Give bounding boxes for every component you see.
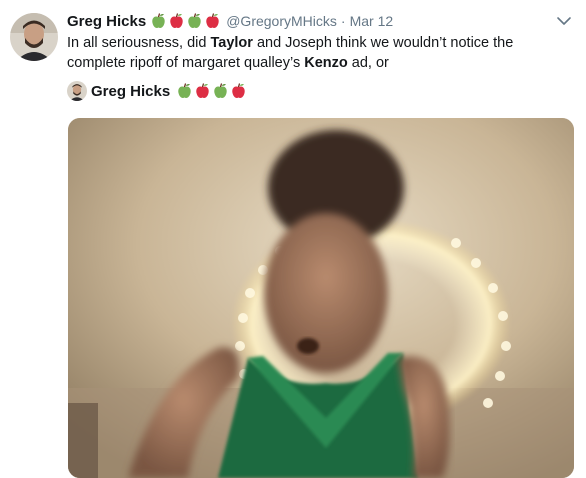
separator: · [340,13,346,29]
quoted-name-emojis [177,83,249,99]
green-apple-icon [152,13,165,28]
avatar[interactable] [10,13,58,61]
text-bold-taylor: Taylor [210,35,253,51]
chevron-down-icon[interactable] [556,13,572,29]
tweet-media-video[interactable] [68,118,574,478]
text-bold-kenzo: Kenzo [304,55,348,71]
quoted-author[interactable]: Greg Hicks [67,80,249,102]
tweet-text: In all seriousness, did Taylor and Josep… [67,33,572,73]
green-apple-icon [214,83,227,98]
tweet-header: Greg Hicks @GregoryMHicks · Mar 12 [67,11,572,31]
tweet-date[interactable]: Mar 12 [350,13,394,29]
video-frame [68,118,574,478]
author-handle[interactable]: @GregoryMHicks [226,13,337,29]
red-apple-icon [196,83,209,98]
author-name[interactable]: Greg Hicks [67,13,146,30]
quoted-avatar [67,81,87,101]
text-part: ad, or [347,55,389,71]
text-part: In all seriousness, did [67,35,211,51]
red-apple-icon [170,13,183,28]
green-apple-icon [178,83,191,98]
quoted-author-name: Greg Hicks [91,82,171,100]
red-apple-icon [206,13,219,28]
name-emojis [151,13,223,29]
green-apple-icon [188,13,201,28]
red-apple-icon [232,83,245,98]
